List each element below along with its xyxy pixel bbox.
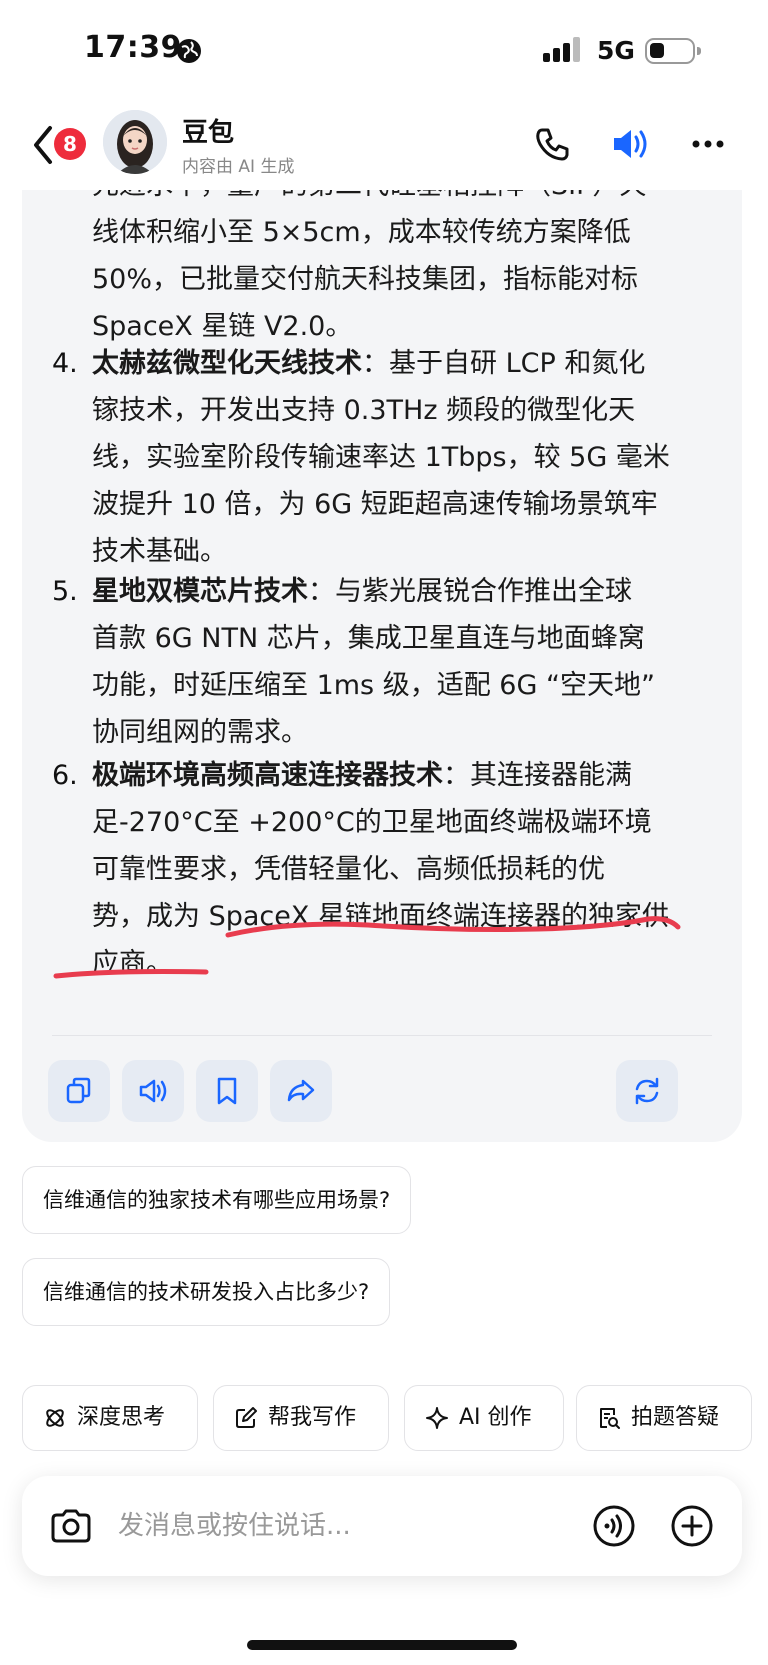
unread-badge: 8	[54, 128, 86, 160]
edit-icon	[236, 1407, 257, 1428]
bookmark-icon	[217, 1077, 237, 1105]
globe-icon	[177, 39, 201, 63]
home-indicator[interactable]	[247, 1640, 517, 1650]
photo-question-chip[interactable]: 拍题答疑	[576, 1385, 752, 1451]
battery-icon	[645, 38, 701, 64]
more-icon[interactable]	[688, 124, 728, 164]
camera-icon[interactable]	[48, 1504, 94, 1550]
share-icon	[287, 1079, 315, 1102]
red-underline-annotation	[53, 916, 681, 979]
regenerate-icon	[635, 1077, 659, 1105]
divider	[52, 1035, 712, 1036]
chip-label: 深度思考	[77, 1405, 166, 1430]
copy-icon	[66, 1077, 91, 1104]
chip-label: 拍题答疑	[631, 1405, 720, 1430]
ai-create-chip[interactable]: AI 创作	[404, 1385, 564, 1451]
chat-header: 8 豆包 内容由 AI 生成	[0, 100, 768, 190]
chip-label: 帮我写作	[268, 1405, 357, 1430]
speaker-icon[interactable]	[610, 124, 650, 164]
scan-doc-icon	[600, 1408, 620, 1429]
copy-button[interactable]	[48, 1060, 110, 1122]
signal-icon	[543, 36, 583, 62]
suggested-question[interactable]: 信维通信的独家技术有哪些应用场景?	[22, 1166, 412, 1234]
share-button[interactable]	[270, 1060, 332, 1122]
status-time: 17:39	[84, 30, 182, 65]
suggested-question[interactable]: 信维通信的技术研发投入占比多少?	[22, 1258, 391, 1326]
bot-subtitle: 内容由 AI 生成	[182, 157, 295, 177]
message-input[interactable]: 发消息或按住说话...	[118, 1476, 351, 1576]
bot-name: 豆包	[182, 118, 235, 148]
message-composer: 发消息或按住说话...	[22, 1476, 742, 1576]
bookmark-button[interactable]	[196, 1060, 258, 1122]
regenerate-button[interactable]	[616, 1060, 678, 1122]
voice-icon[interactable]	[592, 1504, 636, 1548]
help-write-chip[interactable]: 帮我写作	[213, 1385, 389, 1451]
sparkle-icon	[426, 1407, 448, 1429]
network-label: 5G	[597, 36, 635, 65]
assistant-message: 先进水平，量产的第二代硅基相控阵（SIP）天 线体积缩小至 5×5cm，成本较传…	[22, 150, 742, 1142]
read-aloud-icon	[139, 1079, 167, 1103]
atom-icon	[46, 1409, 64, 1427]
status-bar: 17:39 5G	[0, 0, 768, 100]
read-aloud-button[interactable]	[122, 1060, 184, 1122]
phone-icon[interactable]	[532, 124, 572, 164]
chip-label: AI 创作	[459, 1405, 532, 1430]
deep-think-chip[interactable]: 深度思考	[22, 1385, 198, 1451]
plus-icon[interactable]	[670, 1504, 714, 1548]
avatar[interactable]	[103, 110, 167, 174]
